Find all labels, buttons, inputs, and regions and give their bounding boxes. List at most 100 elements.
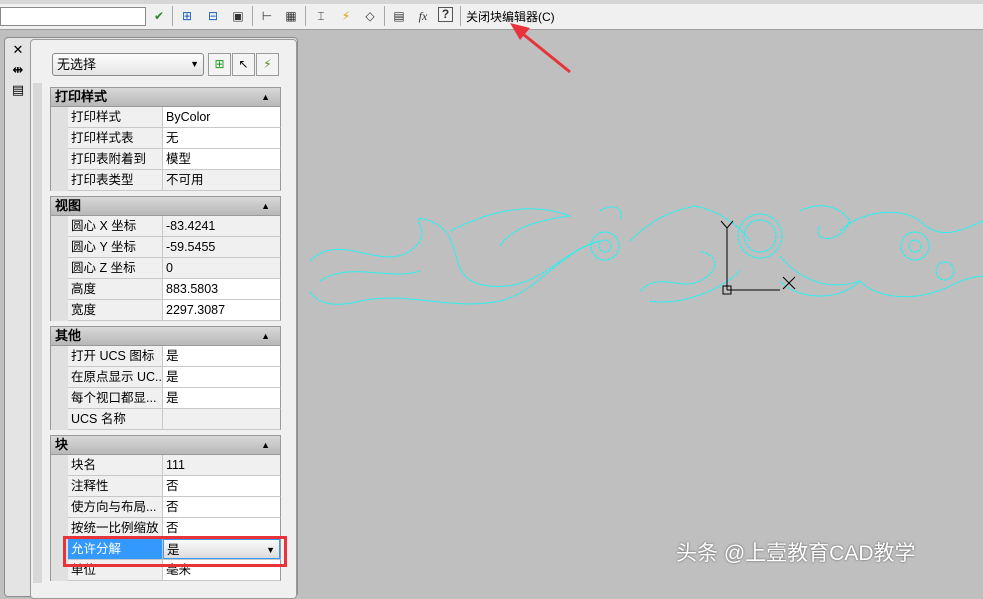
red-arrow-annotation (510, 23, 571, 74)
property-value[interactable]: 否 (163, 476, 280, 496)
property-label: 打印样式 (68, 107, 163, 127)
property-value[interactable]: 883.5803 (163, 279, 280, 299)
title-strip (0, 0, 983, 4)
property-label: 注释性 (68, 476, 163, 496)
property-value[interactable]: -59.5455 (163, 237, 280, 257)
action-icon[interactable]: ⊟ (204, 7, 222, 25)
property-label: 打印表附着到 (68, 149, 163, 169)
property-value-text: 是 (166, 349, 179, 363)
property-row[interactable]: 注释性否 (68, 476, 281, 497)
property-value[interactable]: 否 (163, 497, 280, 517)
property-row[interactable]: 圆心 Y 坐标 -59.5455 (68, 237, 281, 258)
property-value[interactable]: 否 (163, 518, 280, 538)
property-label: 高度 (68, 279, 163, 299)
property-row[interactable]: 圆心 X 坐标 -83.4241 (68, 216, 281, 237)
highlight-box (63, 536, 287, 567)
collapse-icon[interactable]: ▲ (261, 327, 270, 345)
property-label: 使方向与布局... (68, 497, 163, 517)
property-value[interactable]: 是 (163, 346, 280, 366)
property-value-text: 2297.3087 (166, 303, 226, 317)
tag-icon[interactable]: ◇ (361, 7, 379, 25)
property-value-text: 模型 (166, 152, 192, 166)
collapse-icon[interactable]: ▲ (261, 436, 270, 454)
visibility-icon[interactable]: ▣ (229, 7, 247, 25)
selection-value: 无选择 (57, 57, 97, 72)
property-row[interactable]: 打印样式 ByColor (68, 107, 281, 128)
property-value[interactable]: 模型 (163, 149, 280, 169)
property-value[interactable]: 是 (163, 367, 280, 387)
property-row[interactable]: 打印表附着到 模型 (68, 149, 281, 170)
constraint-icon[interactable]: ⊢ (258, 7, 276, 25)
block-name-input[interactable] (0, 7, 146, 26)
property-row[interactable]: 每个视口都显... 是 (68, 388, 281, 409)
property-value[interactable]: 111 (163, 455, 280, 475)
property-row[interactable]: 块名 111 (68, 455, 281, 476)
drawing-canvas[interactable]: Y X (300, 31, 983, 583)
property-row[interactable]: 打印表类型 不可用 (68, 170, 281, 191)
property-label: 按统一比例缩放 (68, 518, 163, 538)
select-objects-button[interactable]: ↖ (232, 53, 255, 76)
attribute-icon[interactable]: ⌶ (312, 7, 330, 25)
table-icon[interactable]: ▦ (282, 7, 300, 25)
section-title: 打印样式 (55, 89, 108, 104)
property-label: 圆心 X 坐标 (68, 216, 163, 236)
property-row[interactable]: 圆心 Z 坐标 0 (68, 258, 281, 279)
lightning-icon[interactable]: ⚡ (337, 7, 355, 25)
property-value-text: 否 (166, 500, 179, 514)
section-header[interactable]: 打印样式 ▲ (50, 87, 281, 107)
property-label: 圆心 Y 坐标 (68, 237, 163, 257)
property-label: 块名 (68, 455, 163, 475)
separator (172, 6, 173, 26)
section-title: 块 (55, 437, 69, 452)
property-row[interactable]: 宽度 2297.3087 (68, 300, 281, 321)
property-label: 打开 UCS 图标 (68, 346, 163, 366)
property-label: 宽度 (68, 300, 163, 320)
parameter-icon[interactable]: ⊞ (178, 7, 196, 25)
property-value-text: 是 (166, 370, 179, 384)
toolbar: ✔ ⊞ ⊟ ▣ ⊢ ▦ ⌶ ⚡ ◇ ▤ fx ? 关闭块编辑器(C) (0, 0, 983, 30)
property-row[interactable]: 在原点显示 UC... 是 (68, 367, 281, 388)
fx-icon[interactable]: fx (414, 7, 432, 25)
property-value[interactable] (163, 409, 280, 429)
property-value[interactable]: -83.4241 (163, 216, 280, 236)
property-value[interactable]: 0 (163, 258, 280, 278)
manager-icon[interactable]: ▤ (390, 7, 408, 25)
collapse-icon[interactable]: ▲ (261, 88, 270, 106)
save-block-icon[interactable]: ✔ (150, 7, 168, 25)
property-row[interactable]: 高度 883.5803 (68, 279, 281, 300)
property-value-text: -83.4241 (166, 219, 216, 233)
property-value-text: 否 (166, 479, 179, 493)
section-gutter (50, 107, 68, 191)
section-header[interactable]: 视图 ▲ (50, 196, 281, 216)
property-value-text: 0 (166, 261, 173, 275)
close-icon[interactable]: ✕ (8, 40, 28, 60)
property-label: 在原点显示 UC... (68, 367, 163, 387)
scrollbar[interactable] (33, 83, 42, 583)
section-gutter (50, 346, 68, 430)
pickadd-toggle-button[interactable]: ⊞ (208, 53, 231, 76)
collapse-icon[interactable]: ▲ (261, 197, 270, 215)
palette-side-bar: ✕ ⇹ ▤ (8, 40, 30, 100)
property-value[interactable]: 是 (163, 388, 280, 408)
help-icon[interactable]: ? (438, 7, 453, 22)
property-value[interactable]: 无 (163, 128, 280, 148)
auto-hide-icon[interactable]: ⇹ (8, 60, 28, 80)
property-row[interactable]: 打开 UCS 图标是 (68, 346, 281, 367)
property-value-text: -59.5455 (166, 240, 216, 254)
property-value[interactable]: ByColor (163, 107, 280, 127)
property-value-text: 111 (166, 458, 186, 472)
property-row[interactable]: 使方向与布局... 否 (68, 497, 281, 518)
property-row[interactable]: UCS 名称 (68, 409, 281, 430)
property-value-text: 不可用 (166, 173, 204, 187)
property-label: 打印样式表 (68, 128, 163, 148)
property-value[interactable]: 2297.3087 (163, 300, 280, 320)
section-header[interactable]: 其他 ▲ (50, 326, 281, 346)
selection-dropdown[interactable]: 无选择 ▼ (52, 53, 204, 76)
properties-menu-icon[interactable]: ▤ (8, 80, 28, 100)
section-header[interactable]: 块 ▲ (50, 435, 281, 455)
chevron-down-icon: ▼ (190, 59, 199, 69)
property-value[interactable]: 不可用 (163, 170, 280, 190)
ucs-icon (720, 220, 796, 295)
property-row[interactable]: 打印样式表无 (68, 128, 281, 149)
quick-select-button[interactable]: ⚡ (256, 53, 279, 76)
